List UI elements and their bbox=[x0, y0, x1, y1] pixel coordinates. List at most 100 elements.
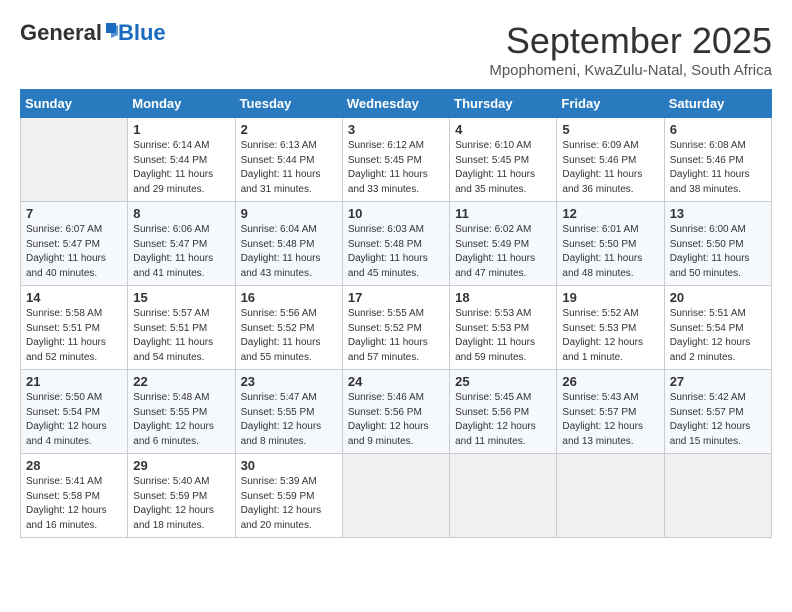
calendar-cell: 12 Sunrise: 6:01 AMSunset: 5:50 PMDaylig… bbox=[557, 202, 664, 286]
day-info: Sunrise: 5:41 AMSunset: 5:58 PMDaylight:… bbox=[26, 476, 107, 531]
calendar-cell: 17 Sunrise: 5:55 AMSunset: 5:52 PMDaylig… bbox=[342, 286, 449, 370]
week-row-3: 14 Sunrise: 5:58 AMSunset: 5:51 PMDaylig… bbox=[21, 286, 772, 370]
calendar-cell: 6 Sunrise: 6:08 AMSunset: 5:46 PMDayligh… bbox=[664, 118, 771, 202]
calendar-cell: 27 Sunrise: 5:42 AMSunset: 5:57 PMDaylig… bbox=[664, 370, 771, 454]
calendar-cell: 19 Sunrise: 5:52 AMSunset: 5:53 PMDaylig… bbox=[557, 286, 664, 370]
logo-flag-icon bbox=[104, 23, 118, 43]
day-number: 4 bbox=[455, 122, 551, 137]
calendar-cell: 25 Sunrise: 5:45 AMSunset: 5:56 PMDaylig… bbox=[450, 370, 557, 454]
day-number: 27 bbox=[670, 374, 766, 389]
calendar-subtitle: Mpophomeni, KwaZulu-Natal, South Africa bbox=[489, 62, 772, 79]
day-number: 6 bbox=[670, 122, 766, 137]
day-number: 9 bbox=[241, 206, 337, 221]
logo-general-text: General bbox=[20, 20, 102, 46]
day-number: 23 bbox=[241, 374, 337, 389]
day-info: Sunrise: 6:12 AMSunset: 5:45 PMDaylight:… bbox=[348, 140, 428, 195]
day-number: 10 bbox=[348, 206, 444, 221]
calendar-cell: 20 Sunrise: 5:51 AMSunset: 5:54 PMDaylig… bbox=[664, 286, 771, 370]
calendar-cell: 24 Sunrise: 5:46 AMSunset: 5:56 PMDaylig… bbox=[342, 370, 449, 454]
calendar-cell bbox=[450, 454, 557, 538]
day-number: 26 bbox=[562, 374, 658, 389]
calendar-cell: 1 Sunrise: 6:14 AMSunset: 5:44 PMDayligh… bbox=[128, 118, 235, 202]
day-info: Sunrise: 6:08 AMSunset: 5:46 PMDaylight:… bbox=[670, 140, 750, 195]
day-number: 28 bbox=[26, 458, 122, 473]
calendar-cell: 21 Sunrise: 5:50 AMSunset: 5:54 PMDaylig… bbox=[21, 370, 128, 454]
day-number: 20 bbox=[670, 290, 766, 305]
day-number: 7 bbox=[26, 206, 122, 221]
logo-blue-text: Blue bbox=[118, 20, 166, 46]
day-info: Sunrise: 6:14 AMSunset: 5:44 PMDaylight:… bbox=[133, 140, 213, 195]
day-number: 5 bbox=[562, 122, 658, 137]
week-row-2: 7 Sunrise: 6:07 AMSunset: 5:47 PMDayligh… bbox=[21, 202, 772, 286]
header: General Blue September 2025 Mpophomeni, … bbox=[20, 20, 772, 79]
day-info: Sunrise: 6:07 AMSunset: 5:47 PMDaylight:… bbox=[26, 224, 106, 279]
day-info: Sunrise: 5:47 AMSunset: 5:55 PMDaylight:… bbox=[241, 392, 322, 447]
day-info: Sunrise: 6:00 AMSunset: 5:50 PMDaylight:… bbox=[670, 224, 750, 279]
day-info: Sunrise: 6:01 AMSunset: 5:50 PMDaylight:… bbox=[562, 224, 642, 279]
calendar-cell: 4 Sunrise: 6:10 AMSunset: 5:45 PMDayligh… bbox=[450, 118, 557, 202]
day-info: Sunrise: 5:53 AMSunset: 5:53 PMDaylight:… bbox=[455, 308, 535, 363]
day-info: Sunrise: 5:50 AMSunset: 5:54 PMDaylight:… bbox=[26, 392, 107, 447]
day-number: 17 bbox=[348, 290, 444, 305]
day-info: Sunrise: 5:51 AMSunset: 5:54 PMDaylight:… bbox=[670, 308, 751, 363]
calendar-cell: 7 Sunrise: 6:07 AMSunset: 5:47 PMDayligh… bbox=[21, 202, 128, 286]
calendar-cell: 3 Sunrise: 6:12 AMSunset: 5:45 PMDayligh… bbox=[342, 118, 449, 202]
calendar-cell: 16 Sunrise: 5:56 AMSunset: 5:52 PMDaylig… bbox=[235, 286, 342, 370]
day-number: 18 bbox=[455, 290, 551, 305]
day-info: Sunrise: 6:09 AMSunset: 5:46 PMDaylight:… bbox=[562, 140, 642, 195]
day-info: Sunrise: 6:02 AMSunset: 5:49 PMDaylight:… bbox=[455, 224, 535, 279]
calendar-cell: 10 Sunrise: 6:03 AMSunset: 5:48 PMDaylig… bbox=[342, 202, 449, 286]
day-info: Sunrise: 6:10 AMSunset: 5:45 PMDaylight:… bbox=[455, 140, 535, 195]
day-info: Sunrise: 5:48 AMSunset: 5:55 PMDaylight:… bbox=[133, 392, 214, 447]
day-number: 13 bbox=[670, 206, 766, 221]
calendar-cell bbox=[664, 454, 771, 538]
calendar-cell: 29 Sunrise: 5:40 AMSunset: 5:59 PMDaylig… bbox=[128, 454, 235, 538]
weekday-header-saturday: Saturday bbox=[664, 90, 771, 118]
day-number: 3 bbox=[348, 122, 444, 137]
day-number: 14 bbox=[26, 290, 122, 305]
day-info: Sunrise: 5:46 AMSunset: 5:56 PMDaylight:… bbox=[348, 392, 429, 447]
day-number: 29 bbox=[133, 458, 229, 473]
calendar-cell: 26 Sunrise: 5:43 AMSunset: 5:57 PMDaylig… bbox=[557, 370, 664, 454]
day-info: Sunrise: 5:43 AMSunset: 5:57 PMDaylight:… bbox=[562, 392, 643, 447]
day-info: Sunrise: 5:57 AMSunset: 5:51 PMDaylight:… bbox=[133, 308, 213, 363]
day-number: 8 bbox=[133, 206, 229, 221]
calendar-cell: 30 Sunrise: 5:39 AMSunset: 5:59 PMDaylig… bbox=[235, 454, 342, 538]
calendar-cell: 5 Sunrise: 6:09 AMSunset: 5:46 PMDayligh… bbox=[557, 118, 664, 202]
day-number: 2 bbox=[241, 122, 337, 137]
calendar-cell bbox=[21, 118, 128, 202]
weekday-header-thursday: Thursday bbox=[450, 90, 557, 118]
day-number: 25 bbox=[455, 374, 551, 389]
calendar-cell: 2 Sunrise: 6:13 AMSunset: 5:44 PMDayligh… bbox=[235, 118, 342, 202]
day-number: 24 bbox=[348, 374, 444, 389]
logo: General Blue bbox=[20, 20, 166, 46]
calendar-cell: 22 Sunrise: 5:48 AMSunset: 5:55 PMDaylig… bbox=[128, 370, 235, 454]
calendar-cell: 14 Sunrise: 5:58 AMSunset: 5:51 PMDaylig… bbox=[21, 286, 128, 370]
day-number: 15 bbox=[133, 290, 229, 305]
weekday-header-sunday: Sunday bbox=[21, 90, 128, 118]
day-info: Sunrise: 5:56 AMSunset: 5:52 PMDaylight:… bbox=[241, 308, 321, 363]
calendar-cell: 18 Sunrise: 5:53 AMSunset: 5:53 PMDaylig… bbox=[450, 286, 557, 370]
day-info: Sunrise: 6:06 AMSunset: 5:47 PMDaylight:… bbox=[133, 224, 213, 279]
calendar-cell bbox=[557, 454, 664, 538]
day-info: Sunrise: 6:04 AMSunset: 5:48 PMDaylight:… bbox=[241, 224, 321, 279]
day-info: Sunrise: 6:03 AMSunset: 5:48 PMDaylight:… bbox=[348, 224, 428, 279]
day-info: Sunrise: 5:55 AMSunset: 5:52 PMDaylight:… bbox=[348, 308, 428, 363]
day-number: 11 bbox=[455, 206, 551, 221]
weekday-header-row: SundayMondayTuesdayWednesdayThursdayFrid… bbox=[21, 90, 772, 118]
week-row-1: 1 Sunrise: 6:14 AMSunset: 5:44 PMDayligh… bbox=[21, 118, 772, 202]
weekday-header-tuesday: Tuesday bbox=[235, 90, 342, 118]
calendar-cell: 13 Sunrise: 6:00 AMSunset: 5:50 PMDaylig… bbox=[664, 202, 771, 286]
week-row-5: 28 Sunrise: 5:41 AMSunset: 5:58 PMDaylig… bbox=[21, 454, 772, 538]
day-info: Sunrise: 6:13 AMSunset: 5:44 PMDaylight:… bbox=[241, 140, 321, 195]
day-info: Sunrise: 5:39 AMSunset: 5:59 PMDaylight:… bbox=[241, 476, 322, 531]
calendar-cell: 23 Sunrise: 5:47 AMSunset: 5:55 PMDaylig… bbox=[235, 370, 342, 454]
day-number: 12 bbox=[562, 206, 658, 221]
weekday-header-monday: Monday bbox=[128, 90, 235, 118]
day-number: 16 bbox=[241, 290, 337, 305]
calendar-cell: 28 Sunrise: 5:41 AMSunset: 5:58 PMDaylig… bbox=[21, 454, 128, 538]
day-number: 19 bbox=[562, 290, 658, 305]
calendar-cell: 9 Sunrise: 6:04 AMSunset: 5:48 PMDayligh… bbox=[235, 202, 342, 286]
day-number: 22 bbox=[133, 374, 229, 389]
day-number: 1 bbox=[133, 122, 229, 137]
